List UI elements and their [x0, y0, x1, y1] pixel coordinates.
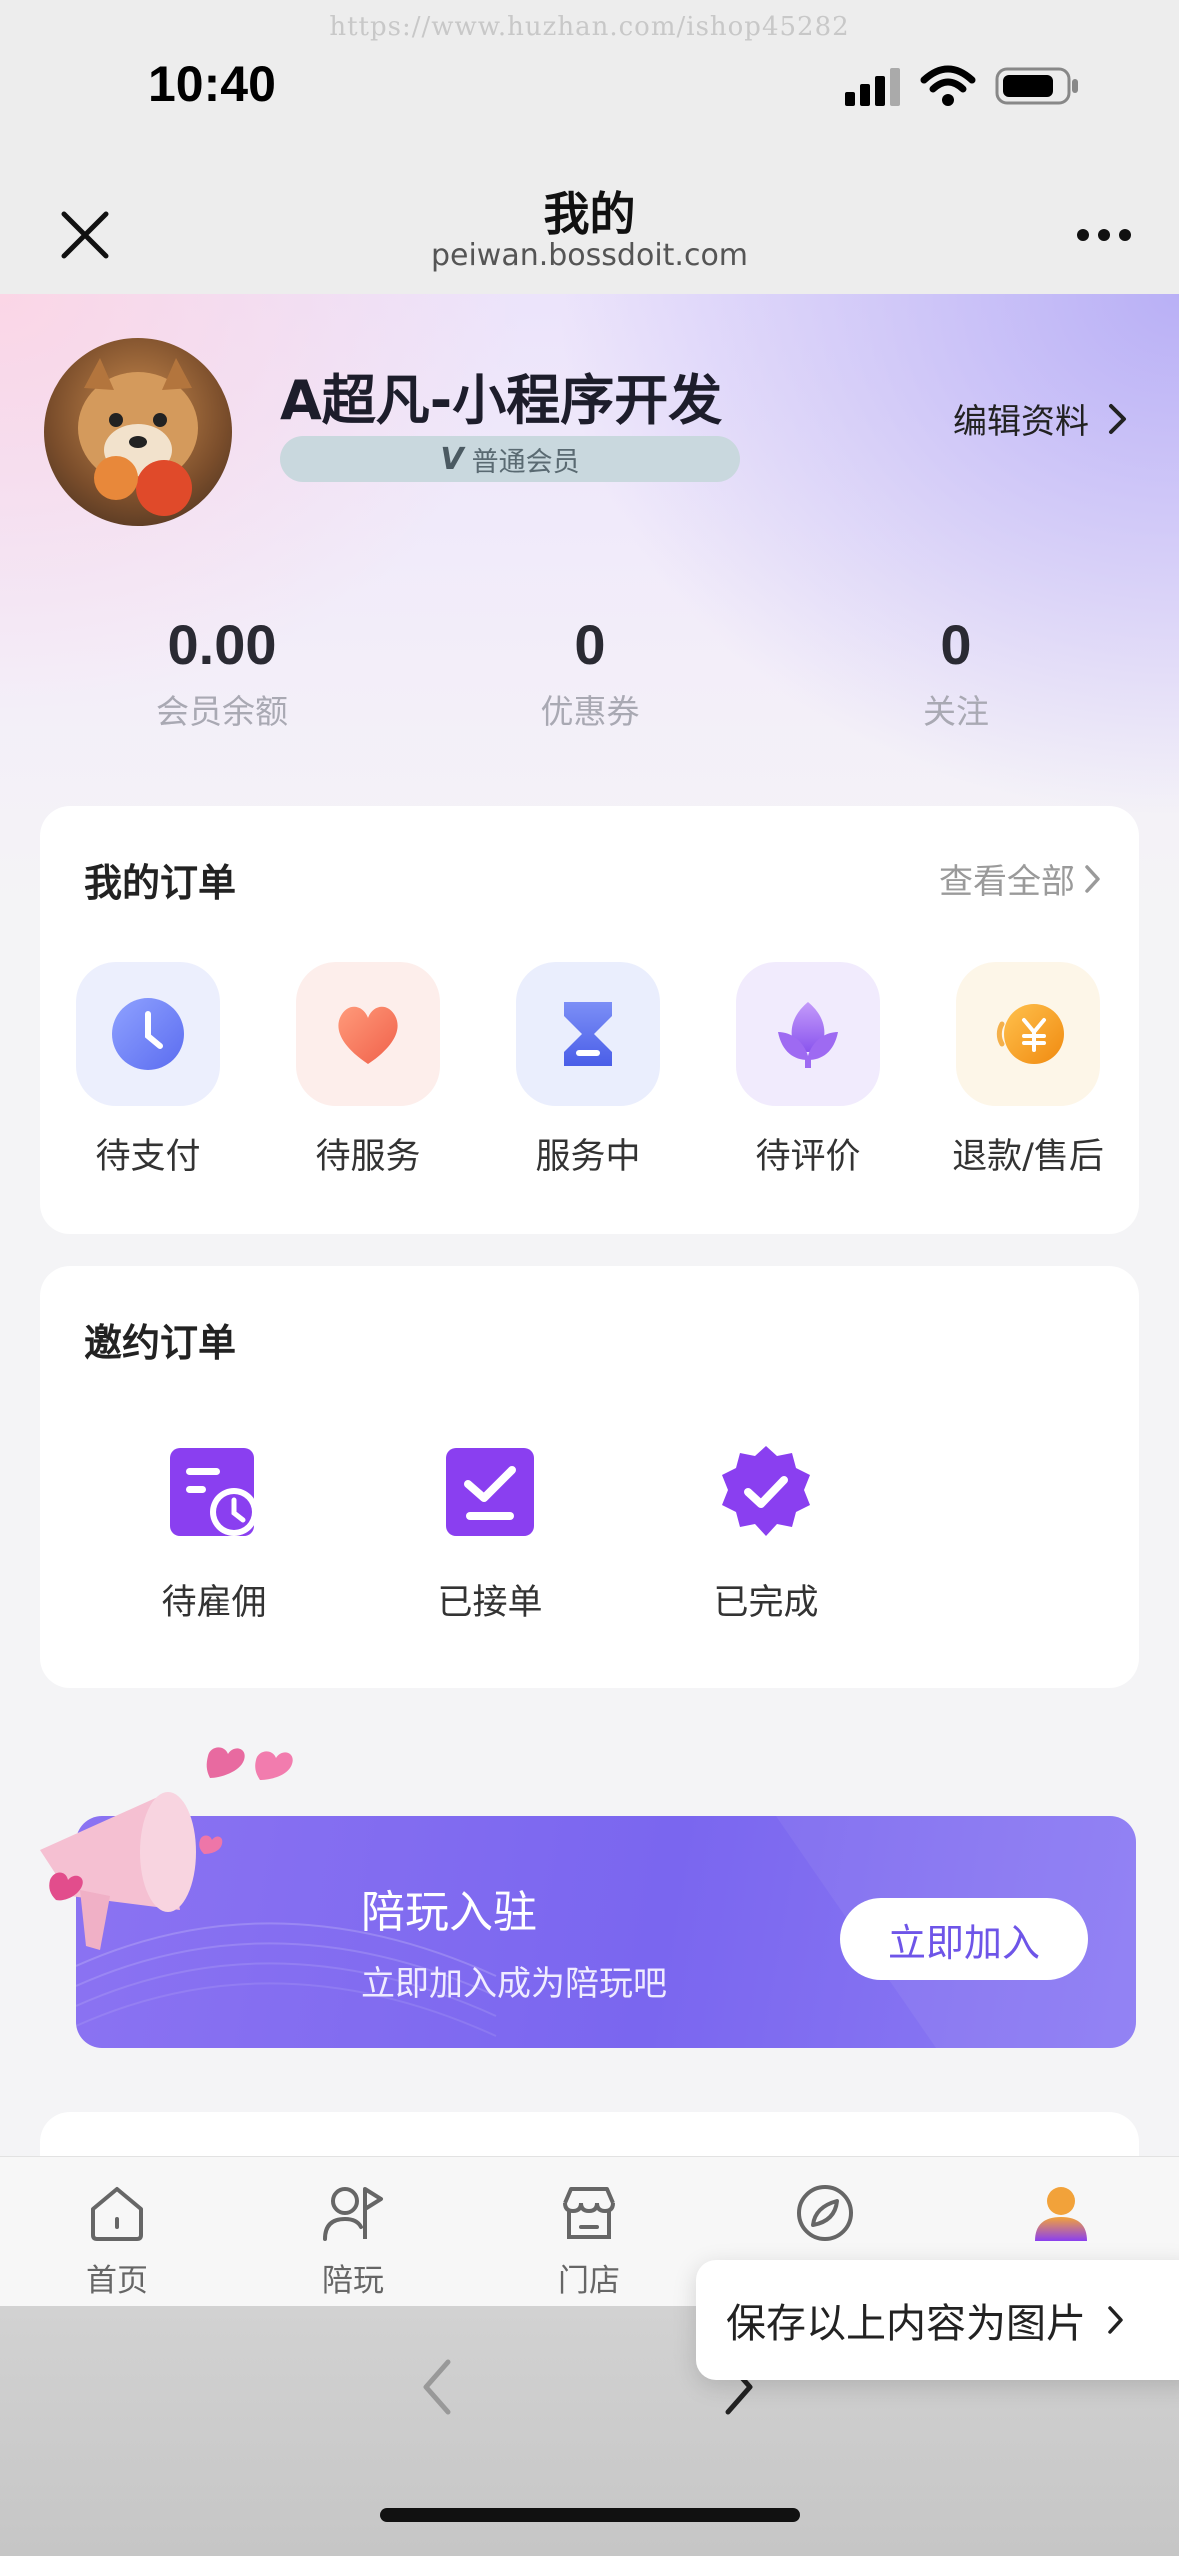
edit-profile-button[interactable]: 编辑资料: [953, 394, 1129, 443]
order-pending-service[interactable]: 待服务: [268, 962, 468, 1179]
view-all-label: 查看全部: [939, 862, 1075, 902]
avatar[interactable]: [44, 338, 232, 526]
banner-subtitle: 立即加入成为陪玩吧: [361, 1964, 667, 2004]
stats-row: 0.00 会员余额 0 优惠券 0 关注: [0, 612, 1179, 752]
order-in-service[interactable]: 服务中: [488, 962, 688, 1179]
compass-icon: [797, 2185, 853, 2241]
my-orders-title: 我的订单: [84, 861, 237, 905]
order-refund-label: 退款/售后: [952, 1137, 1104, 1177]
invite-pending-hire-label: 待雇佣: [161, 1583, 267, 1623]
member-v-icon: V: [440, 441, 464, 477]
invite-orders-title: 邀约订单: [84, 1321, 237, 1365]
tab-home[interactable]: 首页: [42, 2181, 192, 2300]
banner-title: 陪玩入驻: [361, 1887, 537, 1938]
more-icon[interactable]: [1069, 210, 1139, 260]
battery-icon: [995, 67, 1078, 105]
status-bar: https://www.huzhan.com/ishop45282 10:40: [0, 0, 1179, 170]
stat-balance-label: 会员余额: [156, 692, 288, 731]
chevron-right-icon: [1085, 864, 1100, 893]
stat-following-value: 0: [940, 613, 972, 676]
completed-badge-icon: [722, 1446, 810, 1536]
heart-icon: [296, 962, 440, 1106]
order-pending-review[interactable]: 待评价: [708, 962, 908, 1179]
watermark: https://www.huzhan.com/ishop45282: [329, 12, 850, 42]
view-all-orders-link[interactable]: 查看全部: [939, 854, 1103, 903]
page-domain: peiwan.bossdoit.com: [430, 238, 749, 273]
username: A超凡-小程序开发: [280, 369, 723, 432]
chevron-right-icon: [1108, 2306, 1123, 2334]
invite-orders-card: 邀约订单 待雇佣 已接单 已完成: [40, 1266, 1139, 1688]
accepted-check-icon: [446, 1448, 534, 1536]
signal-icon: [845, 68, 900, 106]
hourglass-icon: [516, 962, 660, 1106]
page-title: 我的: [543, 187, 636, 241]
home-icon: [91, 2187, 143, 2241]
home-indicator: [380, 2508, 800, 2522]
nav-header: 我的 peiwan.bossdoit.com: [0, 170, 1179, 294]
order-pending-payment[interactable]: 待支付: [48, 962, 248, 1179]
order-in-service-label: 服务中: [535, 1137, 641, 1177]
order-pending-service-label: 待服务: [315, 1137, 421, 1177]
yen-coin-icon: [956, 962, 1100, 1106]
join-now-button[interactable]: 立即加入: [840, 1898, 1088, 1980]
stat-following[interactable]: 0 关注: [806, 612, 1106, 733]
chevron-right-icon: [1109, 403, 1126, 434]
invite-completed[interactable]: 已完成: [656, 1442, 876, 1625]
pending-clock-icon: [170, 1448, 258, 1536]
player-icon: [323, 2187, 383, 2241]
member-level: 普通会员: [471, 446, 580, 478]
tab-player-label: 陪玩: [322, 2263, 384, 2299]
stat-coupons-label: 优惠券: [540, 692, 640, 731]
invite-accepted-label: 已接单: [437, 1583, 543, 1623]
my-orders-card: 我的订单 查看全部 待支付 待服务 服务中 待评价 退款/售后: [40, 806, 1139, 1234]
stat-coupons[interactable]: 0 优惠券: [440, 612, 740, 733]
stat-balance[interactable]: 0.00 会员余额: [72, 612, 372, 733]
stat-coupons-value: 0: [574, 613, 606, 676]
order-pending-review-label: 待评价: [755, 1137, 861, 1177]
flower-icon: [736, 962, 880, 1106]
stat-balance-value: 0.00: [167, 613, 277, 676]
edit-profile-label: 编辑资料: [953, 402, 1089, 442]
avatar-dog-image: [78, 358, 198, 516]
order-pending-payment-label: 待支付: [95, 1137, 201, 1177]
wifi-icon: [920, 65, 976, 106]
back-arrow-icon[interactable]: [412, 2352, 462, 2422]
tab-store[interactable]: 门店: [514, 2181, 664, 2300]
save-as-image-popup[interactable]: 保存以上内容为图片: [696, 2260, 1179, 2380]
megaphone-icon: [40, 1747, 293, 1950]
clock-icon: [76, 962, 220, 1106]
stat-following-label: 关注: [923, 692, 989, 731]
invite-accepted[interactable]: 已接单: [380, 1442, 600, 1625]
status-time: 10:40: [148, 56, 276, 112]
order-refund[interactable]: 退款/售后: [928, 962, 1128, 1179]
save-as-image-label: 保存以上内容为图片: [726, 2301, 1086, 2347]
invite-completed-label: 已完成: [713, 1583, 819, 1623]
tab-player[interactable]: 陪玩: [278, 2181, 428, 2300]
tab-store-label: 门店: [558, 2263, 620, 2299]
store-icon: [563, 2187, 615, 2239]
invite-pending-hire[interactable]: 待雇佣: [104, 1442, 324, 1625]
tab-home-label: 首页: [86, 2263, 148, 2299]
user-icon: [1035, 2187, 1087, 2241]
member-badge: V 普通会员: [280, 436, 740, 482]
